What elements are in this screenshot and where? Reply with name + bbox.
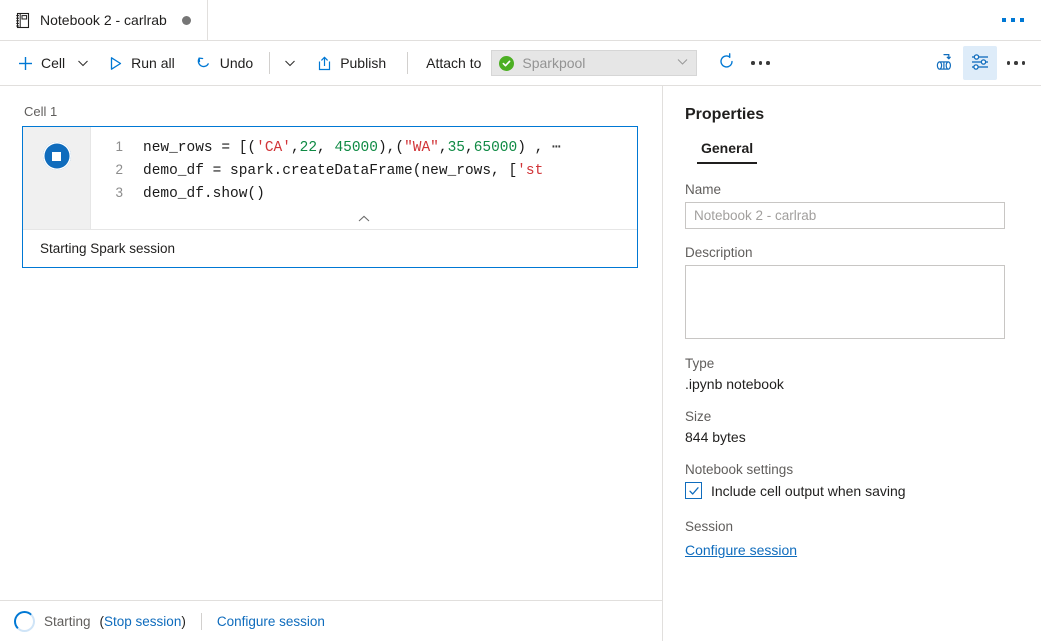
code-text: new_rows = [('CA',22, 45000),("WA",35,65…: [143, 139, 563, 156]
run-all-label: Run all: [131, 55, 175, 71]
undo-dropdown[interactable]: [279, 47, 301, 79]
attach-to-value: Sparkpool: [522, 55, 667, 71]
name-input[interactable]: [685, 202, 1005, 229]
notebook-icon: [14, 12, 31, 29]
publish-button[interactable]: Publish: [309, 47, 393, 79]
notebook-cell-1[interactable]: 1 new_rows = [('CA',22, 45000),("WA",35,…: [22, 126, 638, 268]
refresh-icon: [717, 52, 736, 74]
type-value: .ipynb notebook: [685, 376, 1005, 392]
status-ok-icon: [499, 56, 514, 71]
cell-output: Starting Spark session: [23, 229, 637, 267]
session-status-bar: Starting (Stop session) Configure sessio…: [0, 600, 662, 641]
tab-strip: Notebook 2 - carlrab: [0, 0, 1041, 41]
add-cell-label: Cell: [41, 55, 65, 71]
chevron-down-icon: [675, 54, 690, 72]
play-icon: [107, 55, 124, 72]
type-label: Type: [685, 356, 1005, 371]
properties-panel: Properties General Name Description Type…: [663, 86, 1041, 641]
description-label: Description: [685, 245, 1005, 260]
refresh-session-button[interactable]: [709, 46, 743, 80]
tab-notebook-2-carlrab[interactable]: Notebook 2 - carlrab: [0, 0, 208, 40]
toolbar-divider-1: [269, 52, 270, 74]
attach-to-select[interactable]: Sparkpool: [491, 50, 697, 76]
undo-button[interactable]: Undo: [188, 47, 260, 79]
plus-icon: [17, 55, 34, 72]
add-cell-dropdown[interactable]: [72, 47, 94, 79]
workspace-body: Cell 1 1 new_rows = [('CA',22, 45000),("…: [0, 86, 1041, 641]
code-line: 2 demo_df = spark.createDataFrame(new_ro…: [91, 162, 637, 185]
configure-session-link-panel[interactable]: Configure session: [685, 542, 797, 558]
tab-strip-spacer: [208, 0, 991, 40]
panel-overflow-button[interactable]: [999, 46, 1033, 80]
run-all-button[interactable]: Run all: [100, 47, 182, 79]
stop-square-icon: [52, 152, 61, 161]
more-icon: [1002, 18, 1024, 22]
include-cell-output-label: Include cell output when saving: [711, 483, 906, 499]
cell-code-editor[interactable]: 1 new_rows = [('CA',22, 45000),("WA",35,…: [91, 127, 637, 229]
include-cell-output-checkbox[interactable]: [685, 482, 702, 499]
include-cell-output-checkbox-row[interactable]: Include cell output when saving: [685, 482, 1005, 499]
variables-icon: [933, 51, 955, 76]
code-line: 3 demo_df.show(): [91, 185, 637, 208]
stop-session-group: (Stop session): [100, 614, 186, 629]
toolbar-more-button[interactable]: [743, 46, 777, 80]
toolbar-divider-2: [407, 52, 408, 74]
properties-title: Properties: [685, 106, 1005, 124]
tab-title: Notebook 2 - carlrab: [40, 12, 167, 28]
code-text: demo_df = spark.createDataFrame(new_rows…: [143, 163, 543, 179]
chevron-down-icon: [76, 56, 90, 70]
session-state-label: Starting: [44, 614, 91, 629]
notebook-settings-label: Notebook settings: [685, 462, 1005, 477]
line-number: 1: [91, 139, 143, 154]
tab-general[interactable]: General: [697, 140, 757, 164]
code-line: 1 new_rows = [('CA',22, 45000),("WA",35,…: [91, 139, 637, 162]
configure-session-link-status[interactable]: Configure session: [217, 614, 325, 629]
undo-label: Undo: [220, 55, 253, 71]
size-value: 844 bytes: [685, 429, 1005, 445]
attach-to-label: Attach to: [426, 55, 481, 71]
cell-caption: Cell 1: [24, 104, 637, 119]
publish-icon: [316, 55, 333, 72]
description-input[interactable]: [685, 265, 1005, 339]
line-number: 3: [91, 185, 143, 200]
add-cell-button[interactable]: Cell: [10, 47, 72, 79]
notebook-scroll-area: Cell 1 1 new_rows = [('CA',22, 45000),("…: [0, 86, 662, 600]
more-icon: [1007, 61, 1026, 65]
stop-session-link[interactable]: Stop session: [104, 614, 181, 629]
properties-button[interactable]: [963, 46, 997, 80]
tab-strip-overflow-button[interactable]: [991, 0, 1035, 40]
variables-button[interactable]: [927, 46, 961, 80]
notebook-app-window: Notebook 2 - carlrab Cell: [0, 0, 1041, 641]
chevron-down-icon: [283, 56, 297, 70]
session-label: Session: [685, 519, 1005, 534]
status-divider: [201, 613, 202, 630]
command-bar-right-group: [927, 46, 1041, 80]
name-label: Name: [685, 182, 1005, 197]
notebook-canvas: Cell 1 1 new_rows = [('CA',22, 45000),("…: [0, 86, 663, 641]
publish-label: Publish: [340, 55, 386, 71]
unsaved-dot-icon: [182, 16, 191, 25]
code-text: demo_df.show(): [143, 186, 265, 202]
size-label: Size: [685, 409, 1005, 424]
command-bar: Cell Run all Und: [0, 41, 1041, 86]
undo-icon: [195, 54, 213, 72]
checkmark-icon: [688, 485, 700, 497]
cell-collapse-button[interactable]: [91, 208, 637, 229]
loading-spinner-icon: [14, 611, 35, 632]
chevron-up-icon: [355, 213, 373, 225]
properties-tabs: General: [697, 140, 1005, 164]
stop-cell-button[interactable]: [43, 142, 71, 170]
more-icon: [751, 61, 770, 65]
cell-gutter: [23, 127, 91, 229]
cell-main-area: 1 new_rows = [('CA',22, 45000),("WA",35,…: [23, 127, 637, 229]
line-number: 2: [91, 162, 143, 177]
paren-close: ): [181, 614, 186, 629]
properties-icon: [969, 51, 991, 76]
